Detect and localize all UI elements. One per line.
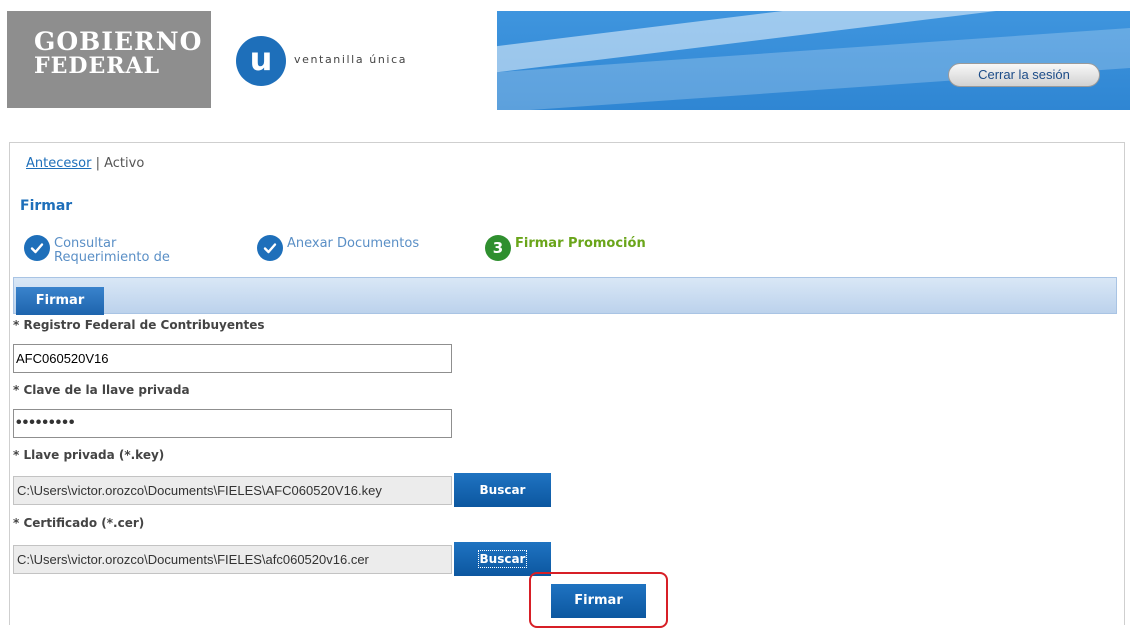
- breadcrumb-link-antecesor[interactable]: Antecesor: [26, 156, 91, 171]
- ventanilla-unica-text: ventanilla única: [294, 53, 408, 66]
- logo-line-1: GOBIERNO: [34, 27, 203, 56]
- step-label: Consultar Requerimiento de: [54, 236, 170, 265]
- password-label: * Clave de la llave privada: [13, 383, 190, 397]
- rfc-label: * Registro Federal de Contribuyentes: [13, 318, 265, 332]
- key-file-path-field[interactable]: C:\Users\victor.orozco\Documents\FIELES\…: [13, 476, 452, 505]
- tab-firmar[interactable]: Firmar: [16, 287, 104, 315]
- gobierno-federal-logo: GOBIERNO FEDERAL: [7, 11, 211, 108]
- browse-label: Buscar: [477, 550, 528, 568]
- browse-label: Buscar: [479, 483, 526, 497]
- key-file-label: * Llave privada (*.key): [13, 448, 165, 462]
- step-firmar: 3 Firmar Promoción: [485, 235, 646, 261]
- browse-key-button[interactable]: Buscar: [454, 473, 551, 507]
- ventanilla-unica-logo-icon: u: [236, 36, 286, 86]
- check-icon: [257, 235, 283, 261]
- step-label: Anexar Documentos: [287, 236, 420, 251]
- step-consultar: Consultar Requerimiento de: [24, 235, 194, 265]
- page-title: Firmar: [20, 198, 73, 214]
- breadcrumb: Antecesor | Activo: [26, 156, 144, 171]
- cert-file-path-field[interactable]: C:\Users\victor.orozco\Documents\FIELES\…: [13, 545, 452, 574]
- private-key-password-field[interactable]: •••••••••: [13, 409, 452, 438]
- header-banner: [497, 11, 1130, 110]
- step-anexar: Anexar Documentos: [257, 235, 419, 261]
- check-icon: [24, 235, 50, 261]
- rfc-field[interactable]: [13, 344, 452, 373]
- logo-line-2: FEDERAL: [34, 53, 161, 79]
- browse-cert-button[interactable]: Buscar: [454, 542, 551, 576]
- breadcrumb-separator: |: [95, 156, 100, 171]
- tab-bar: Firmar: [13, 277, 1117, 315]
- step-number-badge: 3: [485, 235, 511, 261]
- breadcrumb-current: Activo: [104, 156, 145, 171]
- cert-file-label: * Certificado (*.cer): [13, 516, 145, 530]
- logout-button[interactable]: Cerrar la sesión: [948, 63, 1100, 87]
- submit-firmar-button[interactable]: Firmar: [551, 584, 646, 618]
- step-label: Firmar Promoción: [515, 236, 646, 251]
